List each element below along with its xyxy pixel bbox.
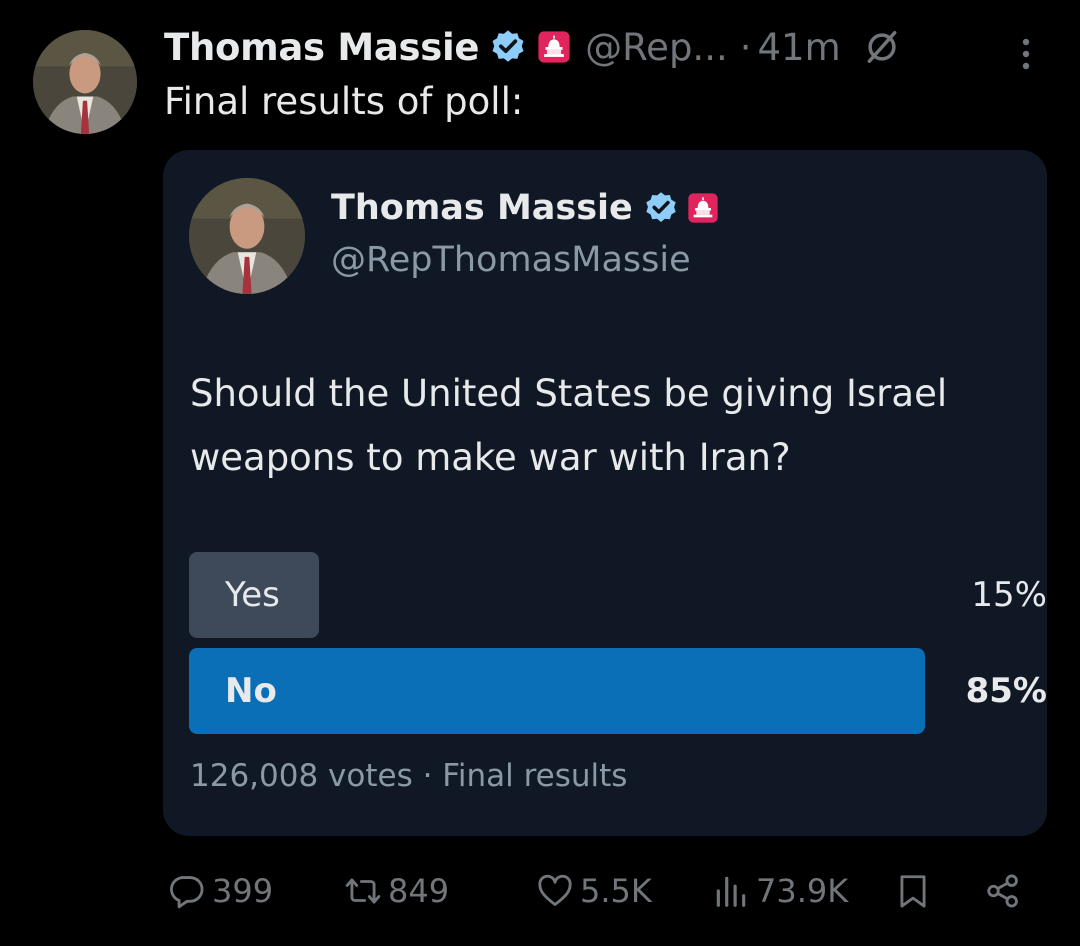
quoted-author-avatar[interactable] (189, 178, 305, 294)
poll-option-label: Yes (225, 575, 280, 615)
quoted-author-handle[interactable]: @RepThomasMassie (331, 240, 691, 280)
poll-question: Should the United States be giving Israe… (190, 372, 948, 479)
verified-badge-icon[interactable] (643, 190, 679, 226)
post-text: Final results of poll: (164, 80, 524, 123)
verified-badge-icon[interactable] (489, 28, 527, 66)
like-count: 5.5K (580, 872, 652, 910)
poll-bar-no (189, 648, 925, 734)
reply-icon (170, 876, 204, 909)
null-circle-icon (867, 31, 897, 63)
poll-option-yes: Yes 15% (189, 552, 1047, 638)
action-bar: 399 849 5.5K 73.9K (0, 866, 1080, 916)
heart-icon (538, 874, 572, 906)
share-icon (987, 874, 1018, 908)
author-avatar[interactable] (33, 30, 137, 134)
quoted-author-name[interactable]: Thomas Massie (331, 188, 633, 228)
bookmark-button[interactable] (894, 866, 938, 916)
share-button[interactable] (984, 866, 1028, 916)
quoted-post-card[interactable]: Thomas Massie @RepThomasMassie Should th… (163, 150, 1047, 836)
views-button[interactable]: 73.9K (712, 866, 848, 916)
views-chart-icon (716, 876, 746, 907)
separator-dot: · (739, 25, 752, 69)
poll-summary: 126,008 votes · Final results (190, 758, 628, 794)
author-name[interactable]: Thomas Massie (164, 26, 479, 69)
repost-button[interactable]: 849 (344, 866, 449, 916)
capitol-badge-icon[interactable] (537, 30, 571, 64)
poll-option-label: No (225, 671, 277, 711)
repost-count: 849 (388, 872, 450, 910)
reply-button[interactable]: 399 (168, 866, 273, 916)
like-button[interactable]: 5.5K (536, 866, 652, 916)
poll-option-no: No 85% (189, 648, 1047, 734)
repost-icon (345, 878, 381, 904)
poll-option-percent: 15% (971, 575, 1047, 615)
author-handle[interactable]: @Rep... (585, 26, 728, 69)
more-options-icon[interactable] (1014, 34, 1038, 74)
views-count: 73.9K (756, 872, 849, 910)
quoted-post-header: Thomas Massie (331, 188, 719, 228)
reply-count: 399 (212, 872, 274, 910)
post-header: Thomas Massie @Rep... · 41m (164, 22, 901, 72)
poll-option-percent: 85% (965, 671, 1047, 711)
post-timestamp[interactable]: 41m (758, 26, 841, 69)
bookmark-icon (900, 875, 926, 908)
capitol-badge-icon[interactable] (687, 192, 719, 224)
